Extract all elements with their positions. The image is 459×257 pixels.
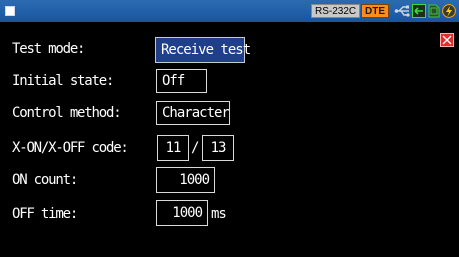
usb-icon [394,5,410,17]
close-button[interactable] [440,33,454,47]
off-time-unit: ms [211,206,227,222]
menu-square-icon[interactable] [5,6,15,16]
test-mode-label: Test mode: [12,41,86,57]
close-icon [442,35,452,45]
on-count-field[interactable]: 1000 [156,167,215,193]
off-time-field[interactable]: 1000 [156,200,208,226]
screen: RS-232C DTE Test mode: Receive test Init… [0,0,459,257]
sd-card-icon [428,4,440,18]
initial-state-field[interactable]: Off [156,69,207,93]
interface-badge: RS-232C [311,4,361,18]
control-method-field[interactable]: Character [156,101,230,125]
control-method-label: Control method: [12,105,122,121]
status-bar: RS-232C DTE [0,0,459,22]
initial-state-label: Initial state: [12,73,114,89]
lan-icon [412,4,426,18]
power-icon [442,4,456,18]
xon-code-field[interactable]: 11 [157,135,189,161]
test-mode-field[interactable]: Receive test [155,37,251,63]
off-time-label: OFF time: [12,206,78,222]
code-separator: / [191,140,200,156]
xoff-code-field[interactable]: 13 [202,135,234,161]
dte-badge: DTE [361,4,389,18]
xon-xoff-code-label: X-ON/X-OFF code: [12,140,129,156]
on-count-label: ON count: [12,172,78,188]
